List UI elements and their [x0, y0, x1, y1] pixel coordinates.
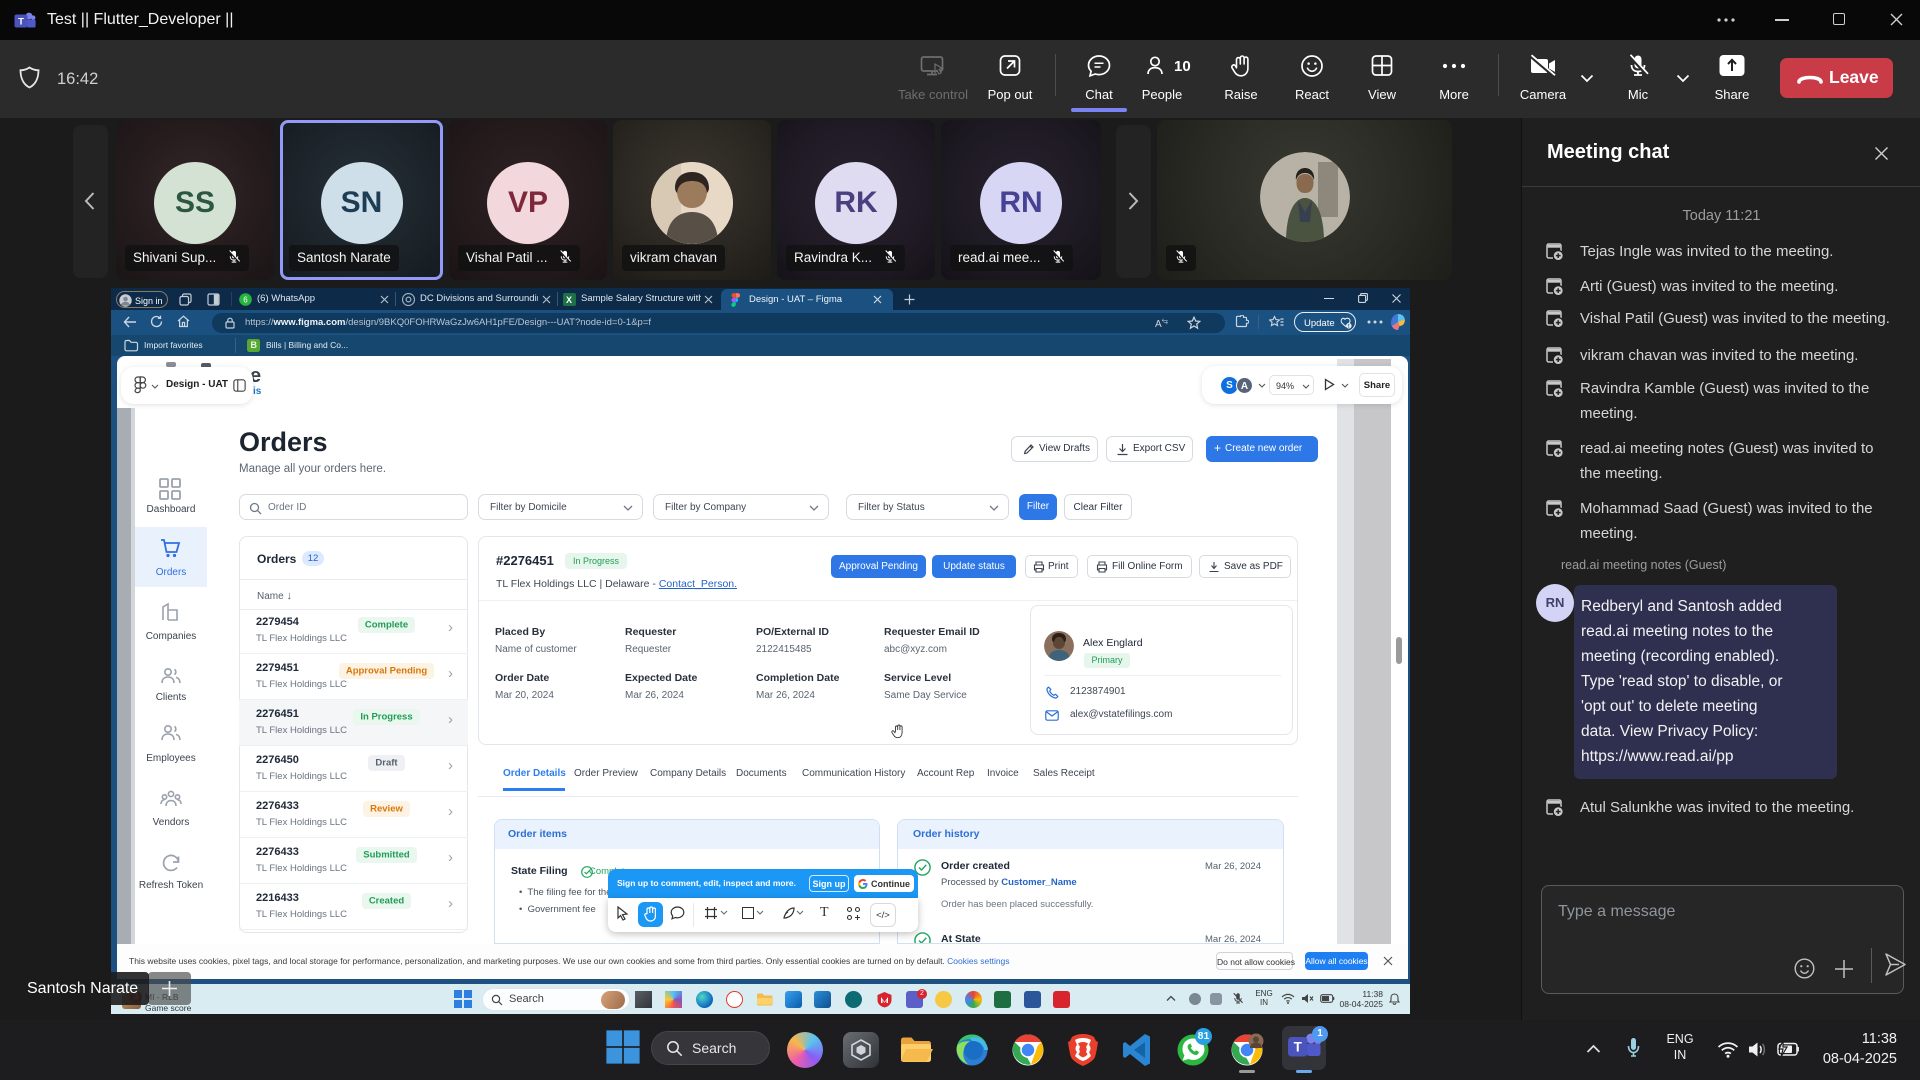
svg-text:!: ! — [1348, 323, 1350, 328]
svg-text:T: T — [18, 17, 24, 28]
svg-text:6: 6 — [243, 295, 248, 304]
svg-text:T: T — [1294, 1040, 1303, 1055]
